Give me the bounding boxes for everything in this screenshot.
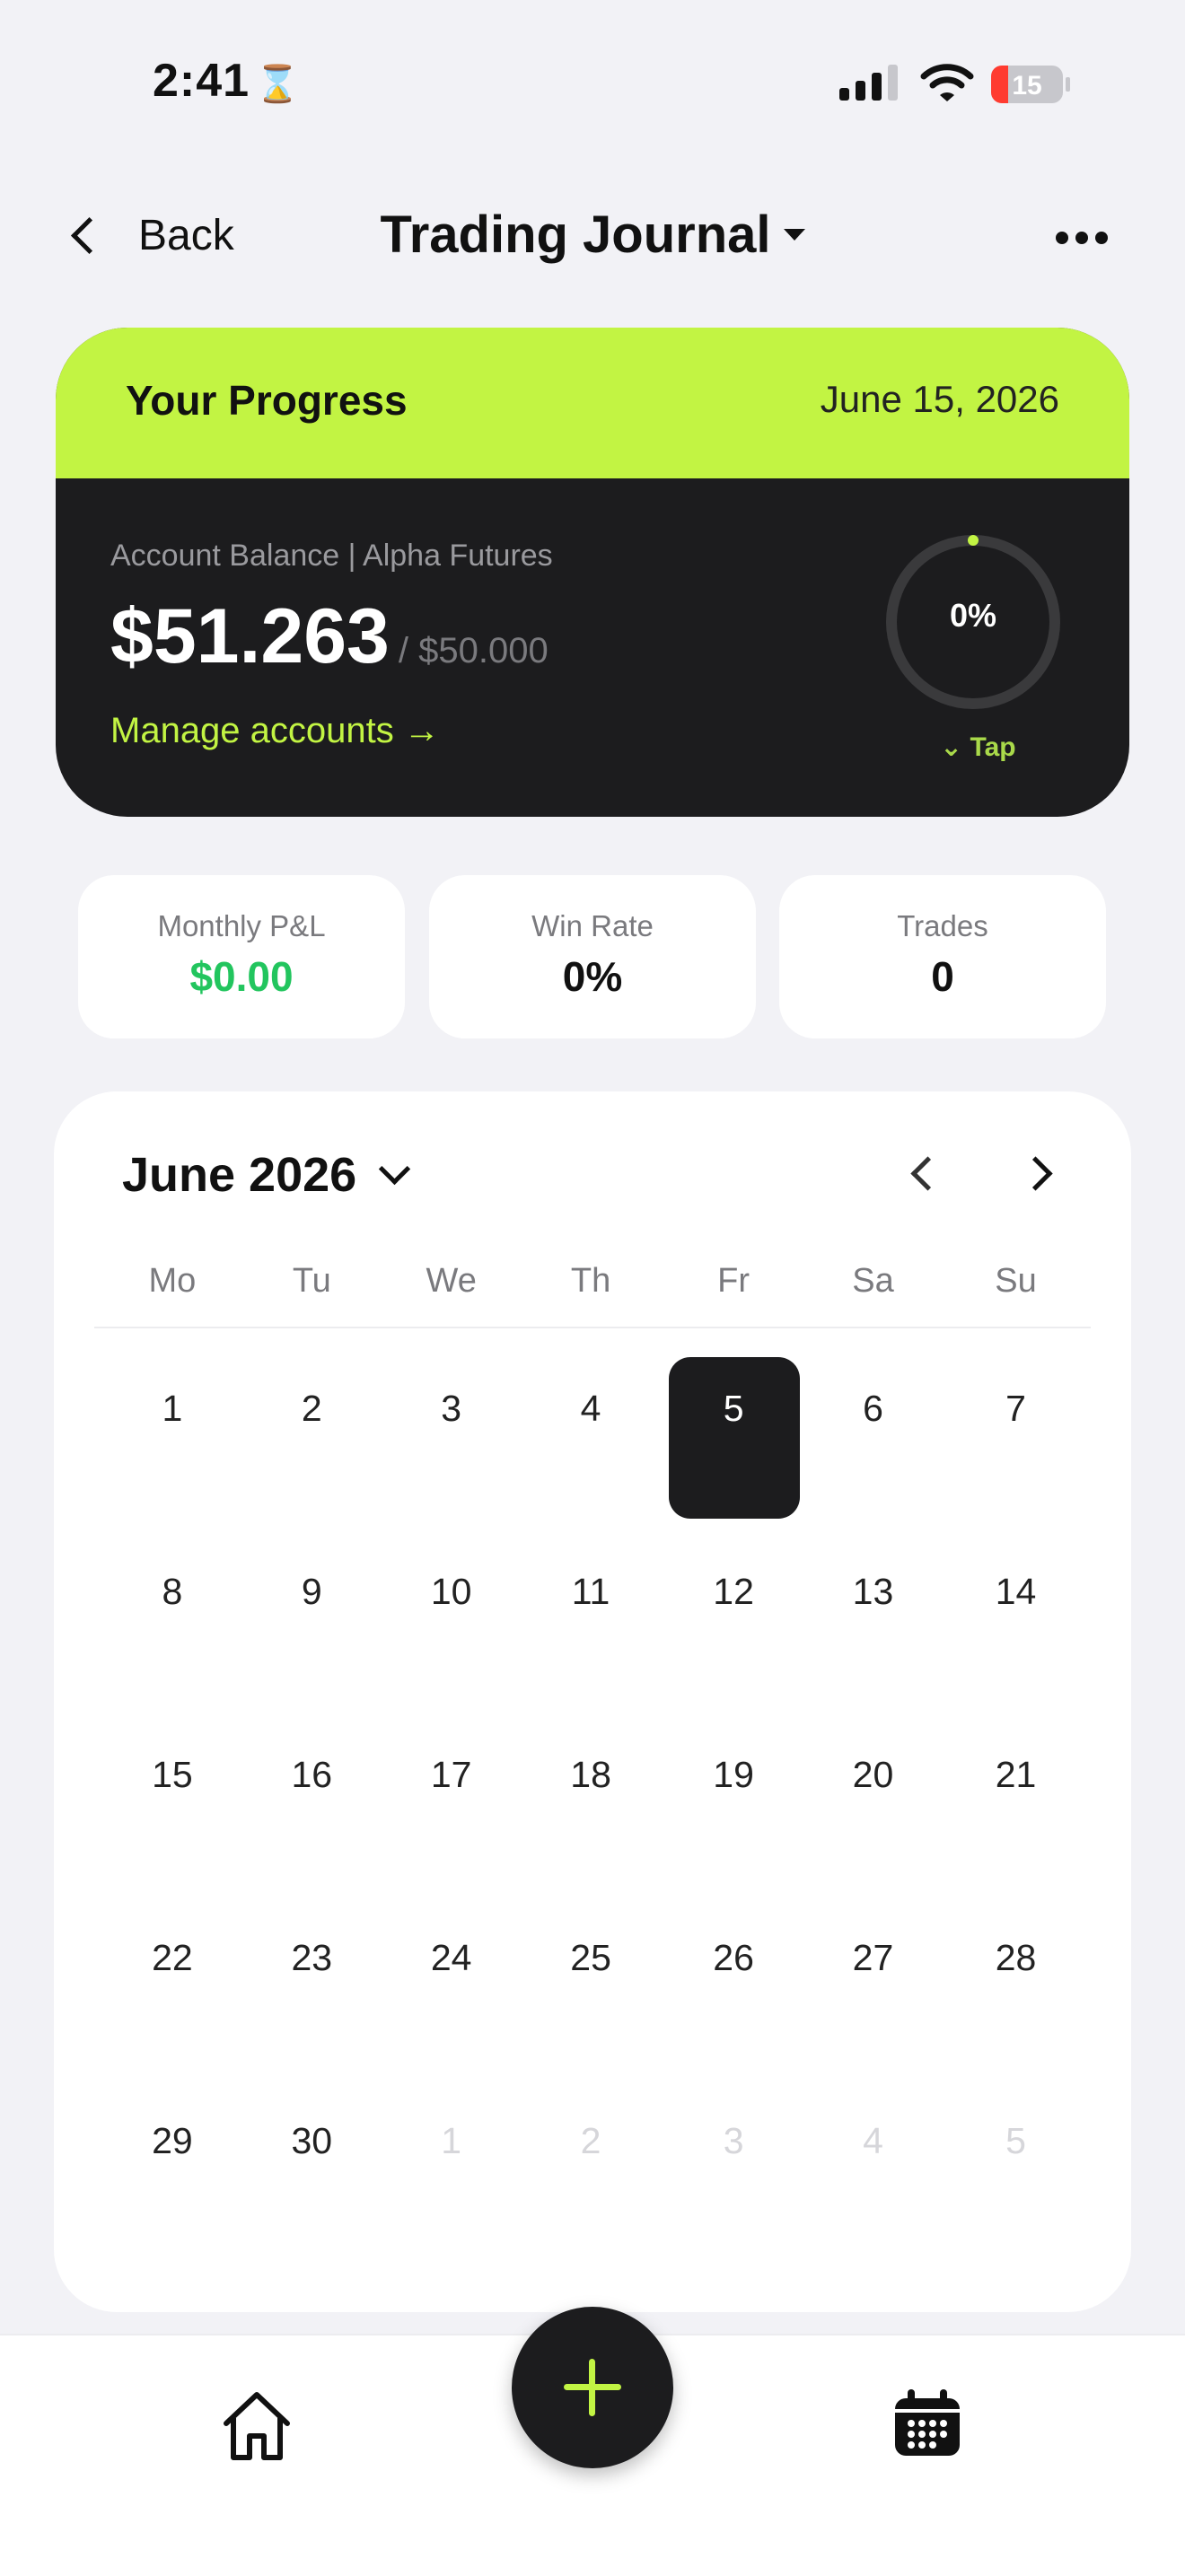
progress-percent: 0% [949,597,997,634]
calendar-day[interactable]: 14 [962,1571,1070,1613]
add-trade-button[interactable] [512,2307,673,2468]
stat-label: Win Rate [531,909,654,942]
calendar-day[interactable]: 1 [118,1388,226,1430]
manage-accounts-link[interactable]: Manage accounts → [110,711,440,751]
stat-monthly-pnl: Monthly P&L $0.00 [78,875,405,1038]
wifi-icon [920,64,974,101]
calendar-day[interactable]: 28 [962,1937,1070,1979]
weekday-label: Su [995,1262,1037,1300]
stat-value: 0 [931,953,954,1000]
calendar-day[interactable]: 3 [398,1388,505,1430]
weekday-label: Tu [292,1262,331,1300]
calendar-day[interactable]: 11 [537,1571,645,1613]
weekday-label: Fr [717,1262,750,1300]
progress-date: June 15, 2026 [820,378,1059,420]
stat-label: Trades [897,909,988,942]
weekday-label: We [426,1262,477,1300]
calendar-day[interactable]: 16 [258,1754,365,1796]
stat-value: 0% [562,953,623,1000]
calendar-day[interactable]: 4 [537,1388,645,1430]
calendar-day[interactable]: 12 [680,1571,787,1613]
calendar-day[interactable]: 5 [680,1388,787,1430]
stat-win-rate: Win Rate 0% [429,875,756,1038]
calendar-day[interactable]: 8 [118,1571,226,1613]
page-title: Trading Journal [380,206,771,264]
journal-selector[interactable]: Trading Journal [0,205,1185,265]
calendar-day[interactable]: 23 [258,1937,365,1979]
stat-label: Monthly P&L [157,909,326,942]
calendar-day[interactable]: 29 [118,2120,226,2162]
chevron-down-icon [378,1152,411,1186]
calendar-day[interactable]: 19 [680,1754,787,1796]
month-selector[interactable]: June 2026 [122,1147,411,1203]
calendar-day-outside-month: 1 [441,2120,462,2161]
calendar-card: June 2026 Mo Tu We Th Fr Sa Su 1 2 3 4 5 6 7 8 9 10 11 12 1… [54,1091,1131,2312]
home-icon[interactable] [219,2388,294,2463]
calendar-day[interactable]: 21 [962,1754,1070,1796]
progress-card: Your Progress June 15, 2026 Account Bala… [56,328,1129,817]
balance-value: $51.263 [110,593,390,679]
calendar-day[interactable]: 13 [819,1571,926,1613]
calendar-day[interactable]: 15 [118,1754,226,1796]
divider [94,1327,1091,1328]
svg-text:15: 15 [1012,71,1041,101]
calendar-day[interactable]: 30 [258,2120,365,2162]
calendar-day-outside-month: 5 [1005,2120,1026,2161]
more-options-button[interactable] [1056,232,1108,244]
calendar-icon[interactable] [891,2388,963,2459]
calendar-day[interactable]: 9 [258,1571,365,1613]
calendar-day[interactable]: 7 [962,1388,1070,1430]
stat-trades: Trades 0 [779,875,1106,1038]
status-time: 2:41 ⌛ [153,55,301,107]
calendar-day[interactable]: 26 [680,1937,787,1979]
selected-day-highlight [669,1357,800,1519]
calendar-day[interactable]: 2 [258,1388,365,1430]
weekday-label: Sa [852,1262,894,1300]
calendar-day[interactable]: 20 [819,1754,926,1796]
focus-icon: ⌛ [255,65,301,104]
calendar-day[interactable]: 25 [537,1937,645,1979]
weekday-label: Mo [148,1262,197,1300]
calendar-day-outside-month: 3 [723,2120,744,2161]
calendar-day[interactable]: 22 [118,1937,226,1979]
weekday-label: Th [570,1262,611,1300]
calendar-day[interactable]: 6 [819,1388,926,1430]
account-label: Account Balance | Alpha Futures [110,539,553,573]
month-label: June 2026 [122,1148,357,1202]
stat-value: $0.00 [189,953,294,1000]
caret-down-icon [783,229,805,241]
cellular-signal-icon [839,65,898,101]
calendar-day[interactable]: 24 [398,1937,505,1979]
account-balance: $51.263/ $50.000 [110,592,549,681]
balance-target: / $50.000 [398,631,549,670]
calendar-day[interactable]: 27 [819,1937,926,1979]
calendar-day-outside-month: 4 [863,2120,883,2161]
battery-icon: 15 [991,66,1070,103]
tap-hint[interactable]: ⌄ Tap [940,732,1016,763]
calendar-day[interactable]: 18 [537,1754,645,1796]
progress-title: Your Progress [126,377,408,424]
previous-month-button[interactable] [910,1156,945,1191]
calendar-day[interactable]: 17 [398,1754,505,1796]
calendar-day-outside-month: 2 [580,2120,601,2161]
next-month-button[interactable] [1018,1156,1053,1191]
calendar-day[interactable]: 10 [398,1571,505,1613]
